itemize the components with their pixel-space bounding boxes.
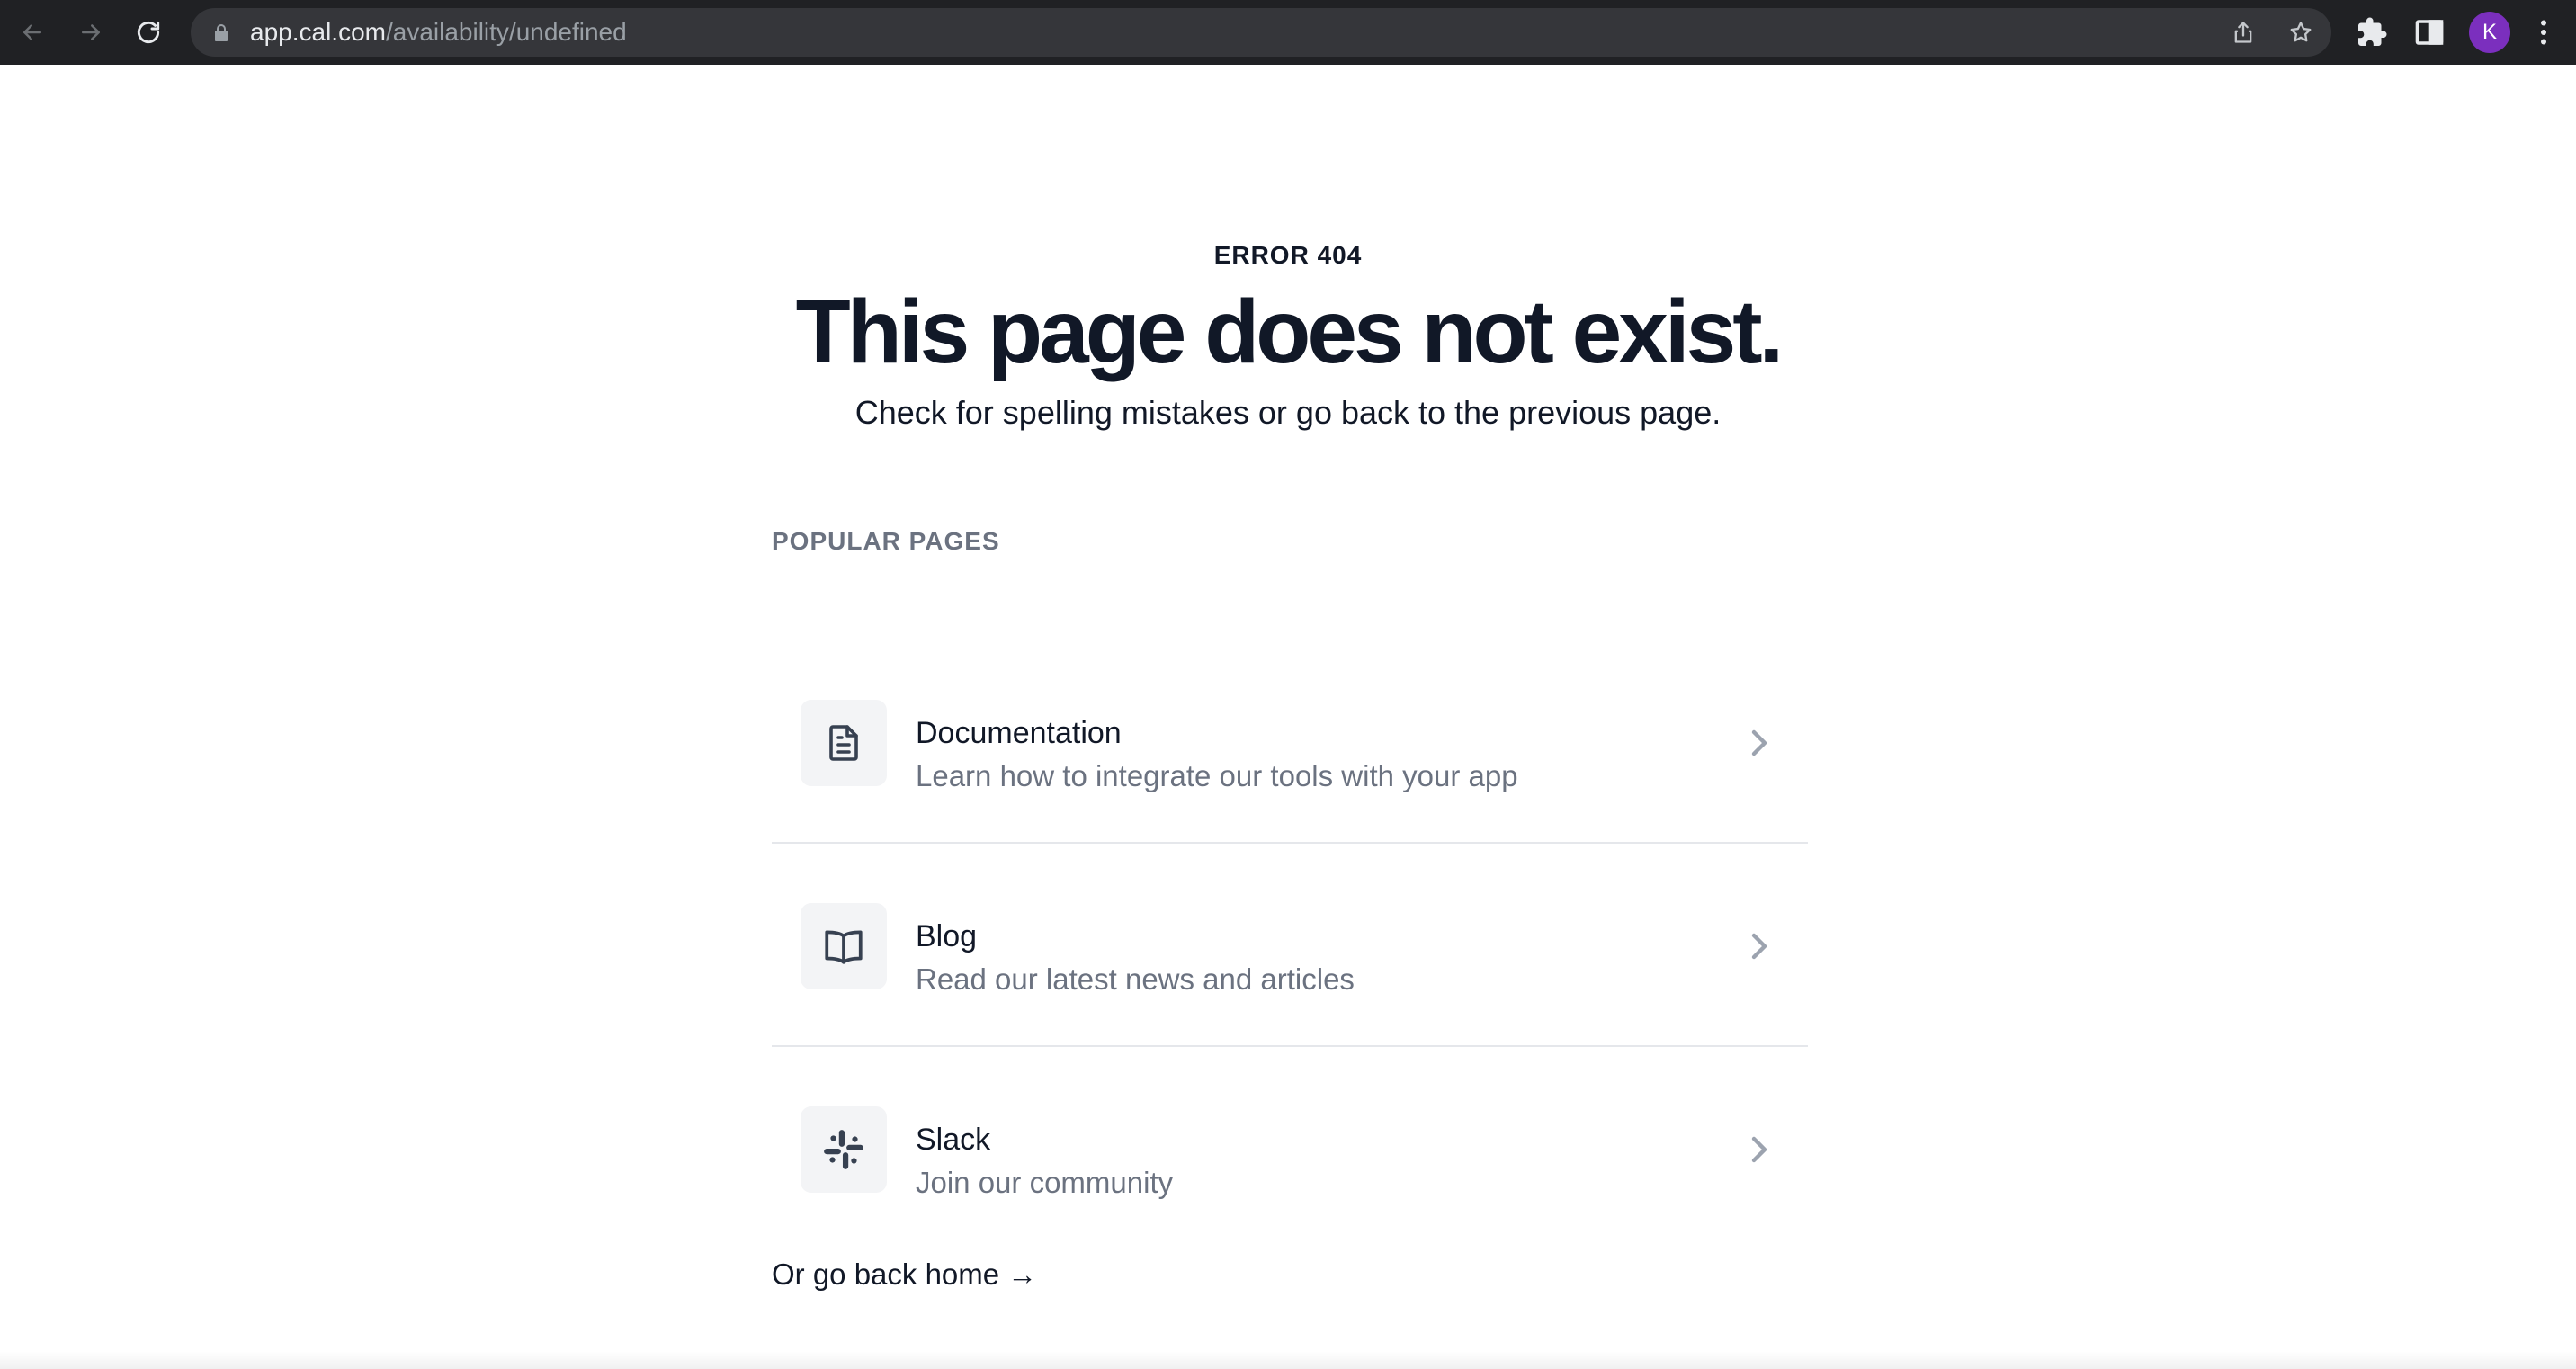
back-arrow-icon	[23, 24, 41, 40]
document-icon	[829, 725, 858, 761]
side-panel-icon[interactable]	[2413, 16, 2446, 49]
popular-item-blog[interactable]: Blog Read our latest news and articles	[772, 844, 1808, 1047]
lock-icon[interactable]	[210, 22, 232, 43]
back-button[interactable]	[13, 13, 52, 52]
item-icon-box	[801, 700, 887, 786]
item-description: Read our latest news and articles	[916, 962, 1355, 996]
popular-pages-heading: POPULAR PAGES	[772, 527, 1000, 555]
item-icon-box	[801, 1106, 887, 1193]
forward-arrow-icon	[82, 24, 100, 40]
go-home-link[interactable]: Or go back home →	[772, 1257, 1037, 1292]
browser-toolbar: app.cal.com/availability/undefined K	[0, 0, 2576, 65]
chevron-right-icon	[1751, 933, 1767, 960]
url-text[interactable]: app.cal.com/availability/undefined	[250, 8, 627, 57]
popular-item-slack[interactable]: Slack Join our community	[772, 1047, 1808, 1250]
book-open-icon	[825, 930, 863, 964]
slack-icon	[824, 1130, 863, 1169]
item-title: Documentation	[916, 716, 1122, 750]
item-title: Slack	[916, 1123, 991, 1157]
page-subtitle: Check for spelling mistakes or go back t…	[854, 394, 1722, 431]
popular-pages-list: Documentation Learn how to integrate our…	[772, 640, 1808, 1250]
bottom-fade	[0, 1351, 2576, 1369]
item-icon-box	[801, 903, 887, 989]
reload-button[interactable]	[129, 13, 168, 52]
item-title: Blog	[916, 919, 978, 953]
menu-dots-icon[interactable]	[2527, 16, 2560, 49]
page-content: ERROR 404 This page does not exist. Chec…	[0, 65, 2576, 1369]
star-icon[interactable]	[2288, 20, 2313, 45]
url-host: app.cal.com	[250, 18, 386, 46]
address-bar[interactable]: app.cal.com/availability/undefined	[191, 8, 2331, 57]
item-description: Join our community	[916, 1166, 1174, 1199]
chevron-right-icon	[1751, 729, 1767, 756]
item-description: Learn how to integrate our tools with yo…	[916, 759, 1518, 792]
popular-item-documentation[interactable]: Documentation Learn how to integrate our…	[772, 640, 1808, 844]
extensions-icon[interactable]	[2356, 16, 2388, 49]
profile-avatar[interactable]: K	[2469, 12, 2510, 53]
share-icon[interactable]	[2231, 20, 2256, 45]
chevron-right-icon	[1751, 1136, 1767, 1163]
forward-button[interactable]	[71, 13, 111, 52]
reload-icon	[137, 21, 160, 44]
page-title: This page does not exist.	[795, 282, 1784, 382]
url-path: /availability/undefined	[385, 18, 627, 46]
error-code: ERROR 404	[1213, 241, 1363, 269]
